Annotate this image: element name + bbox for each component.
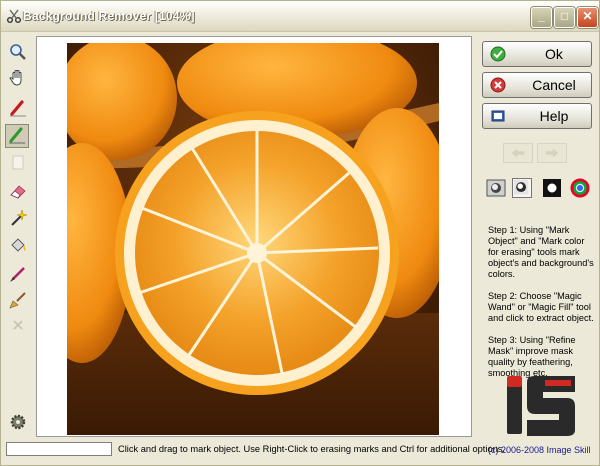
title-bar[interactable]: Background Remover [104%] _ □ ✕ <box>1 1 599 32</box>
cancel-button[interactable]: Cancel <box>482 72 592 98</box>
undo-icon <box>511 148 525 158</box>
broom-icon <box>9 292 26 309</box>
mark-object-tool[interactable] <box>7 97 29 119</box>
instructions: Step 1: Using "Mark Object" and "Mark co… <box>488 225 596 390</box>
brush-tool[interactable] <box>7 263 29 285</box>
close-button[interactable]: ✕ <box>577 7 598 28</box>
app-window: Background Remover [104%] _ □ ✕ Ok Cance… <box>0 0 600 466</box>
step-1-text: Step 1: Using "Mark Object" and "Mark co… <box>488 225 594 279</box>
book-icon <box>491 110 505 122</box>
eraser-tool[interactable] <box>7 180 29 202</box>
redo-icon <box>545 148 559 158</box>
view-original-icon[interactable] <box>486 178 506 198</box>
red-marker-icon <box>10 100 26 117</box>
step-3-text: Step 3: Using "Refine Mask" improve mask… <box>488 335 576 378</box>
tool-palette <box>3 35 33 435</box>
blank-tool[interactable] <box>7 152 29 174</box>
magic-wand-tool[interactable] <box>7 207 29 229</box>
status-text: Click and drag to mark object. Use Right… <box>118 444 506 454</box>
help-label: Help <box>539 108 569 124</box>
orange-photo[interactable] <box>67 43 439 435</box>
magnifier-icon <box>10 44 26 60</box>
green-marker-icon <box>9 127 25 144</box>
ok-label: Ok <box>545 46 563 62</box>
redo-button[interactable] <box>537 143 567 163</box>
blank-page-icon <box>12 155 24 170</box>
maximize-button[interactable]: □ <box>554 7 575 28</box>
minimize-button[interactable]: _ <box>531 7 552 28</box>
broom-tool[interactable] <box>7 289 29 311</box>
scissors-icon <box>7 9 21 23</box>
clear-tool[interactable] <box>7 314 29 336</box>
ok-button[interactable]: Ok <box>482 41 592 67</box>
cancel-label: Cancel <box>532 77 576 93</box>
hand-tool[interactable] <box>7 67 29 89</box>
imageskill-logo <box>507 376 575 436</box>
view-color-icon[interactable] <box>570 178 590 198</box>
hand-icon <box>9 70 22 86</box>
undo-button[interactable] <box>503 143 533 163</box>
settings-tool[interactable] <box>7 411 29 433</box>
x-icon <box>13 320 23 330</box>
brush-icon <box>10 267 25 282</box>
view-black-icon[interactable] <box>542 178 562 198</box>
bucket-icon <box>11 238 26 252</box>
magic-fill-tool[interactable] <box>7 235 29 257</box>
right-panel: Ok Cancel Help Step 1: Using "Mark Objec… <box>479 37 597 465</box>
help-button[interactable]: Help <box>482 103 592 129</box>
cancel-icon <box>490 77 506 93</box>
gear-icon <box>10 414 26 430</box>
window-title: Background Remover [104%] <box>23 9 195 23</box>
view-mask-button[interactable] <box>512 178 532 198</box>
magic-wand-icon <box>11 209 28 226</box>
progress-field <box>6 442 112 456</box>
eraser-icon <box>10 185 26 199</box>
mark-color-tool[interactable] <box>5 124 29 148</box>
zoom-tool[interactable] <box>7 41 29 63</box>
step-2-text: Step 2: Choose "Magic Wand" or "Magic Fi… <box>488 291 594 323</box>
check-icon <box>490 46 506 62</box>
view-mask-icon <box>513 179 529 195</box>
